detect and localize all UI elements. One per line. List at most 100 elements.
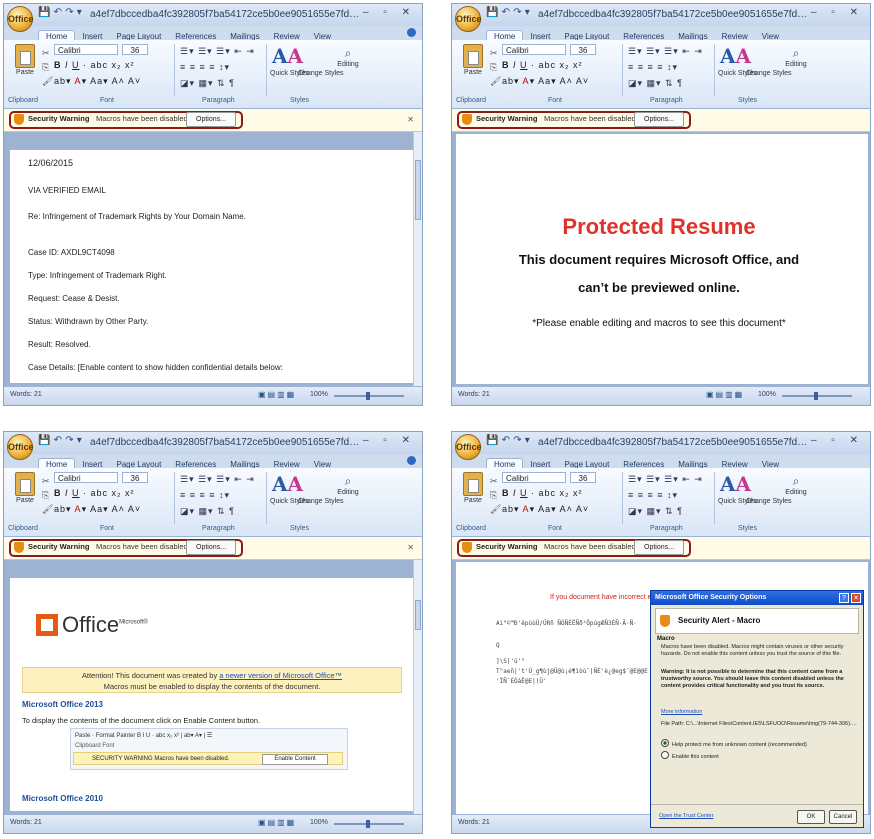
paste-button[interactable]: Paste <box>10 44 40 76</box>
doc-line: Type: Infringement of Trademark Right. <box>28 271 167 280</box>
window-controls[interactable]: – ▫ ✕ <box>363 435 416 446</box>
close-icon[interactable]: ✕ <box>407 115 414 124</box>
change-styles-button[interactable]: Change Styles <box>298 70 344 78</box>
ok-button[interactable]: OK <box>797 810 825 824</box>
quick-access-toolbar[interactable]: 💾 ↶ ↷ ▾ <box>486 7 530 18</box>
enable-content-button[interactable]: Enable Content <box>262 754 328 765</box>
quick-access-toolbar[interactable]: 💾 ↶ ↷ ▾ <box>38 435 82 446</box>
radio-protect[interactable] <box>661 739 669 747</box>
font-format-buttons[interactable]: B I U · abc x₂ x² <box>502 488 583 498</box>
vertical-scrollbar[interactable] <box>413 560 422 815</box>
cut-copy-icons[interactable]: ✂ ⎘ 🖌 <box>490 474 501 516</box>
change-styles-button[interactable]: Change Styles <box>746 498 792 506</box>
scroll-thumb[interactable] <box>415 160 421 220</box>
options-button[interactable]: Options... <box>186 540 236 555</box>
zoom-slider[interactable] <box>334 392 404 400</box>
list-buttons[interactable]: ☰▾ ☰▾ ☰▾ ⇤ ⇥ <box>180 474 255 485</box>
security-message: Macros have been disabled. <box>544 542 638 551</box>
font-size-box[interactable]: 36 <box>122 44 148 55</box>
font-size-box[interactable]: 36 <box>570 44 596 55</box>
paste-button[interactable]: Paste <box>458 44 488 76</box>
list-buttons[interactable]: ☰▾ ☰▾ ☰▾ ⇤ ⇥ <box>628 474 703 485</box>
zoom-slider[interactable] <box>782 392 852 400</box>
vertical-scrollbar[interactable] <box>413 132 422 387</box>
paste-button[interactable]: Paste <box>10 472 40 504</box>
change-styles-button[interactable]: Change Styles <box>746 70 792 78</box>
more-info-link[interactable]: More information <box>661 709 702 715</box>
font-size-box[interactable]: 36 <box>570 472 596 483</box>
font-color-buttons[interactable]: ab▾ A▾ Aa▾ A˄ A˅ <box>54 76 141 87</box>
radio-enable[interactable] <box>661 751 669 759</box>
align-buttons[interactable]: ≡ ≡ ≡ ≡ ↕▾ <box>628 490 678 501</box>
font-color-buttons[interactable]: ab▾ A▾ Aa▾ A˄ A˅ <box>54 504 141 515</box>
font-name-box[interactable]: Calibri <box>502 44 566 55</box>
document-page[interactable]: 12/06/2015 VIA VERIFIED EMAIL Re: Infrin… <box>10 150 416 383</box>
view-buttons[interactable]: ▣▤▥▦ <box>706 390 744 399</box>
change-styles-button[interactable]: Change Styles <box>298 498 344 506</box>
option-protect[interactable]: Help protect me from unknown content (re… <box>661 739 857 749</box>
window-controls[interactable]: – ▫ ✕ <box>363 7 416 18</box>
divider <box>174 44 175 96</box>
font-format-buttons[interactable]: B I U · abc x₂ x² <box>502 60 583 70</box>
view-buttons[interactable]: ▣▤▥▦ <box>258 390 296 399</box>
editing-button[interactable]: ⌕ Editing <box>334 46 362 68</box>
word-count: Words: 21 <box>458 819 490 826</box>
document-page[interactable]: Protected Resume This document requires … <box>456 134 868 384</box>
font-name-box[interactable]: Calibri <box>54 472 118 483</box>
office-button[interactable]: Office <box>7 6 34 32</box>
view-buttons[interactable]: ▣▤▥▦ <box>258 818 296 827</box>
window-controls[interactable]: – ▫ ✕ <box>811 7 864 18</box>
office-button[interactable]: Office <box>455 6 482 32</box>
zoom-slider[interactable] <box>334 820 404 828</box>
newer-version-link[interactable]: a newer version of Microsoft Office™ <box>219 671 342 680</box>
word-count: Words: 21 <box>458 391 490 398</box>
cut-copy-icons[interactable]: ✂ ⎘ 🖌 <box>42 46 53 88</box>
alert-heading: Security Alert - Macro <box>678 616 761 625</box>
editing-button[interactable]: ⌕ Editing <box>782 474 810 496</box>
help-icon[interactable]: ? <box>839 593 849 603</box>
paste-button[interactable]: Paste <box>458 472 488 504</box>
options-button[interactable]: Options... <box>186 112 236 127</box>
cut-copy-icons[interactable]: ✂ ⎘ 🖌 <box>42 474 53 516</box>
trust-center-link[interactable]: Open the Trust Center <box>659 813 713 819</box>
options-button[interactable]: Options... <box>634 112 684 127</box>
office-button[interactable]: Office <box>7 434 34 460</box>
window-controls[interactable]: – ▫ ✕ <box>811 435 864 446</box>
help-icon[interactable] <box>407 456 416 465</box>
align-buttons[interactable]: ≡ ≡ ≡ ≡ ↕▾ <box>180 490 230 501</box>
cut-copy-icons[interactable]: ✂ ⎘ 🖌 <box>490 46 501 88</box>
help-icon[interactable] <box>407 28 416 37</box>
quick-access-toolbar[interactable]: 💾 ↶ ↷ ▾ <box>486 435 530 446</box>
shading-buttons[interactable]: ◪▾ ▦▾ ⇅ ¶ <box>180 506 235 517</box>
scroll-thumb[interactable] <box>415 600 421 630</box>
options-button[interactable]: Options... <box>634 540 684 555</box>
font-format-buttons[interactable]: B I U · abc x₂ x² <box>54 488 135 498</box>
shading-buttons[interactable]: ◪▾ ▦▾ ⇅ ¶ <box>628 78 683 89</box>
font-name-box[interactable]: Calibri <box>54 44 118 55</box>
editing-button[interactable]: ⌕ Editing <box>782 46 810 68</box>
font-name-box[interactable]: Calibri <box>502 472 566 483</box>
font-size-box[interactable]: 36 <box>122 472 148 483</box>
shading-buttons[interactable]: ◪▾ ▦▾ ⇅ ¶ <box>628 506 683 517</box>
align-buttons[interactable]: ≡ ≡ ≡ ≡ ↕▾ <box>180 62 230 73</box>
font-format-buttons[interactable]: B I U · abc x₂ x² <box>54 60 135 70</box>
close-icon[interactable]: ✕ <box>407 543 414 552</box>
security-warning-label: Security Warning <box>476 114 538 123</box>
dialog-header: Security Alert - Macro <box>655 608 859 634</box>
cancel-button[interactable]: Cancel <box>829 810 857 824</box>
attention-box: Attention! This document was created by … <box>22 667 402 693</box>
quick-access-toolbar[interactable]: 💾 ↶ ↷ ▾ <box>38 7 82 18</box>
list-buttons[interactable]: ☰▾ ☰▾ ☰▾ ⇤ ⇥ <box>628 46 703 57</box>
office-2013-heading: Microsoft Office 2013 <box>22 700 103 709</box>
align-buttons[interactable]: ≡ ≡ ≡ ≡ ↕▾ <box>628 62 678 73</box>
office-button[interactable]: Office <box>455 434 482 460</box>
document-page[interactable]: OfficeMicrosoft® Attention! This documen… <box>10 578 416 811</box>
option-enable[interactable]: Enable this content <box>661 751 857 761</box>
shading-buttons[interactable]: ◪▾ ▦▾ ⇅ ¶ <box>180 78 235 89</box>
close-icon[interactable]: ✕ <box>851 593 861 603</box>
ribbon-tabs: Home Insert Page Layout References Mailings R… <box>38 26 422 42</box>
font-color-buttons[interactable]: ab▾ A▾ Aa▾ A˄ A˅ <box>502 504 589 515</box>
list-buttons[interactable]: ☰▾ ☰▾ ☰▾ ⇤ ⇥ <box>180 46 255 57</box>
editing-button[interactable]: ⌕ Editing <box>334 474 362 496</box>
font-color-buttons[interactable]: ab▾ A▾ Aa▾ A˄ A˅ <box>502 76 589 87</box>
